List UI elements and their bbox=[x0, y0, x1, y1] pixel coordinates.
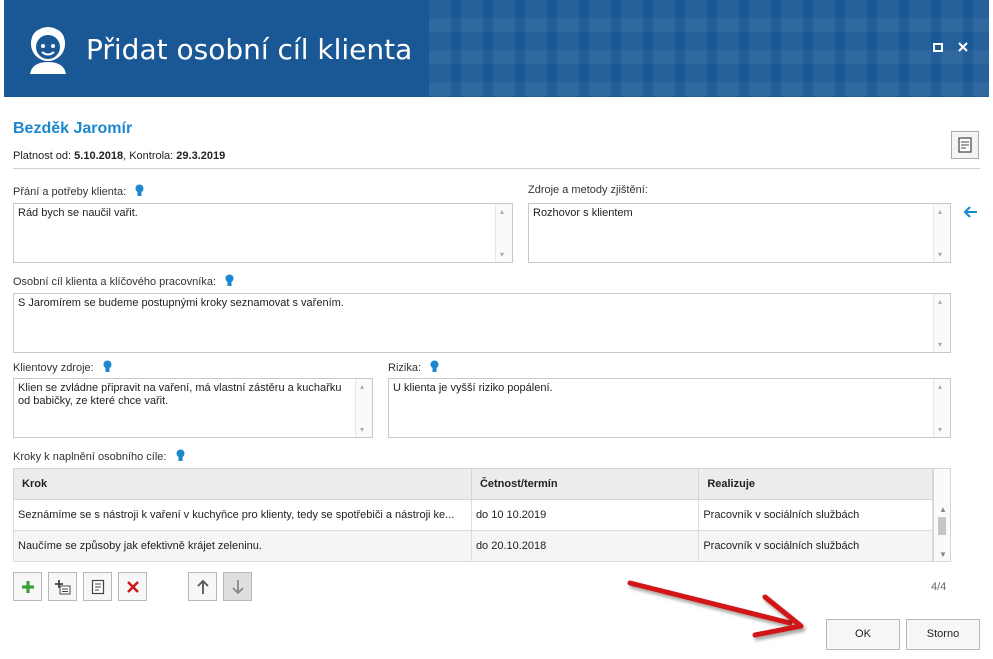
table-cell: do 20.10.2018 bbox=[470, 530, 700, 562]
table-cell: Seznámíme se s nástroji k vaření v kuchy… bbox=[13, 499, 472, 531]
dialog-title: Přidat osobní cíl klienta bbox=[86, 33, 413, 66]
arrow-up-icon bbox=[196, 579, 209, 594]
goal-label: Osobní cíl klienta a klíčového pracovník… bbox=[13, 276, 216, 288]
record-count: 4/4 bbox=[931, 581, 947, 593]
table-header-row: Krok Četnost/termín Realizuje bbox=[13, 468, 933, 500]
lightbulb-icon[interactable] bbox=[135, 184, 144, 197]
close-icon[interactable] bbox=[954, 40, 972, 58]
table-cell: do 10 10.2019 bbox=[470, 499, 700, 531]
validity-label: Platnost od: bbox=[13, 150, 72, 162]
goal-textarea[interactable]: S Jaromírem se budeme postupnými kroky s… bbox=[13, 293, 951, 353]
note-button[interactable] bbox=[951, 131, 979, 159]
edit-step-button[interactable] bbox=[83, 572, 112, 601]
control-date: 29.3.2019 bbox=[176, 150, 226, 162]
wishes-textarea[interactable]: Rád bych se naučil vařit. bbox=[13, 203, 513, 263]
risks-textarea[interactable]: U klienta je vyšší riziko popálení. bbox=[388, 378, 951, 438]
risks-scrollbar[interactable] bbox=[933, 379, 950, 437]
table-row[interactable]: Naučíme se způsoby jak efektivně krájet … bbox=[13, 530, 933, 562]
goal-label-row: Osobní cíl klienta a klíčového pracovník… bbox=[13, 274, 234, 288]
add-sub-step-button[interactable] bbox=[48, 572, 77, 601]
move-up-button[interactable] bbox=[188, 572, 217, 601]
table-cell: Naučíme se způsoby jak efektivně krájet … bbox=[13, 530, 472, 562]
table-scrollbar[interactable]: ▲ ▼ bbox=[933, 468, 951, 562]
logo-icon bbox=[30, 27, 66, 74]
resources-label-row: Klientovy zdroje: bbox=[13, 360, 112, 374]
titlebar-pattern bbox=[429, 0, 989, 97]
ok-button[interactable]: OK bbox=[826, 619, 900, 650]
sources-value: Rozhovor s klientem bbox=[533, 207, 633, 219]
sources-scrollbar[interactable] bbox=[933, 204, 950, 262]
lightbulb-icon[interactable] bbox=[103, 360, 112, 373]
validity-from: 5.10.2018 bbox=[74, 150, 124, 162]
lightbulb-icon[interactable] bbox=[430, 360, 439, 373]
column-header-realizes[interactable]: Realizuje bbox=[698, 468, 933, 500]
arrow-down-icon bbox=[231, 579, 244, 594]
note-icon bbox=[958, 137, 972, 153]
divider bbox=[13, 168, 980, 169]
resources-value: Klien se zvládne připravit na vaření, má… bbox=[18, 382, 342, 407]
risks-value: U klienta je vyšší riziko popálení. bbox=[393, 382, 553, 394]
wishes-scrollbar[interactable] bbox=[495, 204, 512, 262]
goal-scrollbar[interactable] bbox=[933, 294, 950, 352]
scroll-up-icon[interactable]: ▲ bbox=[939, 505, 947, 514]
lightbulb-icon[interactable] bbox=[176, 449, 185, 462]
add-icon bbox=[21, 580, 34, 593]
wishes-label: Přání a potřeby klienta: bbox=[13, 186, 127, 198]
delete-step-button[interactable] bbox=[118, 572, 147, 601]
table-cell: Pracovník v sociálních službách bbox=[698, 530, 933, 562]
goal-value: S Jaromírem se budeme postupnými kroky s… bbox=[18, 297, 344, 309]
move-down-button[interactable] bbox=[223, 572, 252, 601]
steps-label: Kroky k naplnění osobního cíle: bbox=[13, 451, 167, 463]
column-header-frequency[interactable]: Četnost/termín bbox=[470, 468, 700, 500]
add-step-button[interactable] bbox=[13, 572, 42, 601]
resources-scrollbar[interactable] bbox=[355, 379, 372, 437]
resources-label: Klientovy zdroje: bbox=[13, 362, 94, 374]
control-label: , Kontrola: bbox=[123, 150, 174, 162]
delete-icon bbox=[126, 580, 139, 593]
scroll-down-icon[interactable]: ▼ bbox=[939, 550, 947, 559]
add-sub-icon bbox=[54, 579, 70, 594]
dialog-titlebar: Přidat osobní cíl klienta bbox=[4, 0, 989, 97]
table-row[interactable]: Seznámíme se s nástroji k vaření v kuchy… bbox=[13, 499, 933, 531]
column-header-step[interactable]: Krok bbox=[13, 468, 472, 500]
risks-label: Rizika: bbox=[388, 362, 422, 374]
table-cell: Pracovník v sociálních službách bbox=[698, 499, 933, 531]
arrow-left-icon[interactable] bbox=[962, 205, 978, 223]
resources-textarea[interactable]: Klien se zvládne připravit na vaření, má… bbox=[13, 378, 373, 438]
lightbulb-icon[interactable] bbox=[225, 274, 234, 287]
edit-icon bbox=[91, 579, 104, 594]
wishes-value: Rád bych se naučil vařit. bbox=[18, 207, 138, 219]
risks-label-row: Rizika: bbox=[388, 360, 439, 374]
maximize-icon[interactable] bbox=[929, 40, 947, 58]
client-name: Bezděk Jaromír bbox=[13, 120, 133, 137]
sources-label: Zdroje a metody zjištění: bbox=[528, 184, 648, 196]
annotation-arrow bbox=[627, 580, 804, 638]
sources-textarea[interactable]: Rozhovor s klientem bbox=[528, 203, 951, 263]
scrollbar-thumb[interactable] bbox=[938, 517, 946, 535]
validity-info: Platnost od: 5.10.2018, Kontrola: 29.3.2… bbox=[13, 150, 225, 162]
steps-table: Krok Četnost/termín Realizuje Seznámíme … bbox=[13, 468, 933, 562]
steps-label-row: Kroky k naplnění osobního cíle: bbox=[13, 449, 185, 463]
cancel-button[interactable]: Storno bbox=[906, 619, 980, 650]
wishes-label-row: Přání a potřeby klienta: bbox=[13, 184, 144, 198]
